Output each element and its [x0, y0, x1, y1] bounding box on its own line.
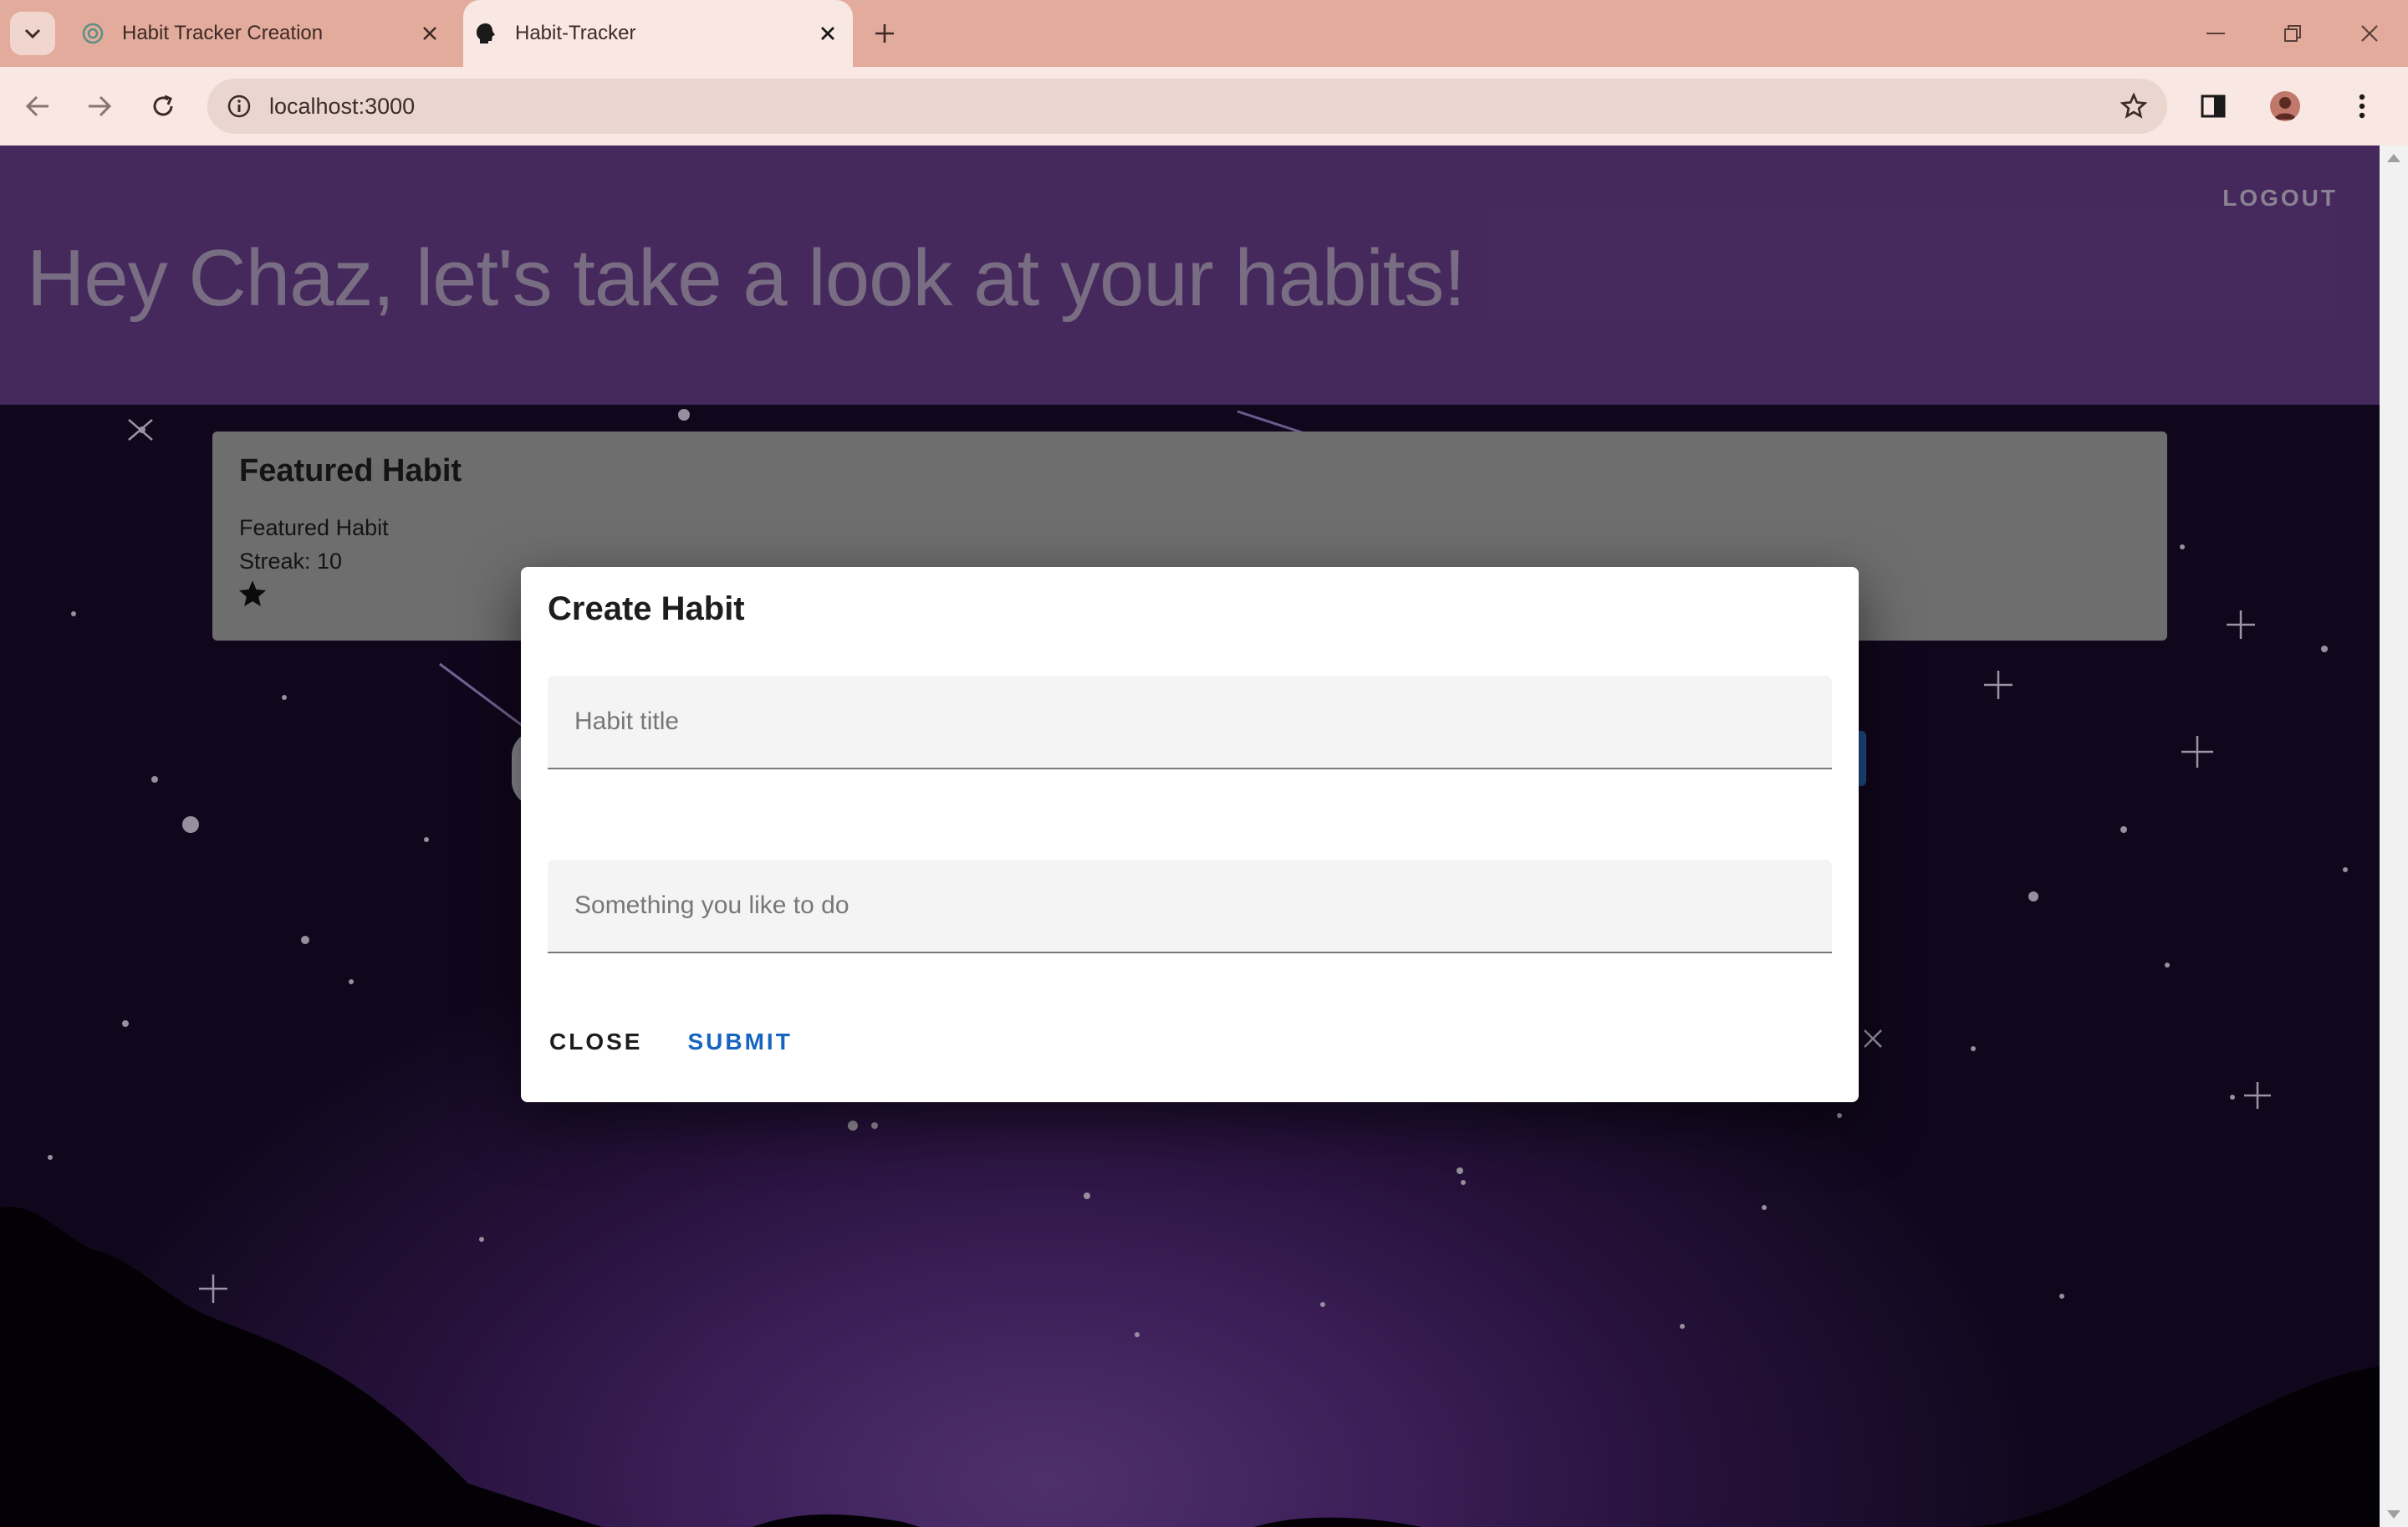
tab-habit-tracker-creation[interactable]: Habit Tracker Creation	[70, 0, 455, 67]
chatgpt-icon	[80, 21, 105, 46]
chevron-down-icon	[24, 28, 41, 39]
new-tab-button[interactable]	[866, 15, 903, 52]
address-bar[interactable]: localhost:3000	[207, 79, 2167, 134]
habit-description-input[interactable]	[548, 860, 1832, 952]
create-habit-dialog: Create Habit CLOSE SUBMIT	[521, 567, 1859, 1102]
reload-icon	[153, 94, 173, 116]
dialog-actions: CLOSE SUBMIT	[548, 1017, 836, 1067]
tab-habit-tracker[interactable]: Habit-Tracker	[463, 0, 853, 67]
tab-strip: Habit Tracker Creation Habit-Tracker	[0, 0, 2408, 67]
browser-menu-button[interactable]	[2338, 82, 2386, 130]
close-window-button[interactable]	[2344, 12, 2395, 55]
url-text[interactable]: localhost:3000	[269, 79, 415, 134]
kebab-menu-icon	[2359, 94, 2365, 119]
tab-search-button[interactable]	[10, 12, 55, 55]
browser-toolbar: localhost:3000	[0, 67, 2408, 147]
page-viewport: Hey Chaz, let's take a look at your habi…	[0, 146, 2380, 1527]
arrow-right-icon	[89, 95, 112, 117]
close-icon[interactable]	[811, 17, 844, 50]
close-icon[interactable]	[413, 17, 446, 50]
minimize-button[interactable]	[2191, 12, 2241, 55]
habit-title-field[interactable]	[548, 676, 1832, 769]
restore-button[interactable]	[2268, 12, 2318, 55]
reload-button[interactable]	[137, 80, 189, 132]
close-icon	[2361, 25, 2378, 42]
habit-description-field[interactable]	[548, 860, 1832, 953]
bookmark-star-icon[interactable]	[2115, 88, 2152, 125]
profile-button[interactable]	[2261, 82, 2309, 130]
minimize-icon	[2206, 33, 2225, 34]
info-icon[interactable]	[222, 89, 256, 123]
scroll-down-icon[interactable]	[2387, 1510, 2400, 1519]
side-panel-icon	[2201, 94, 2226, 118]
close-button[interactable]: CLOSE	[548, 1017, 644, 1067]
person-icon	[2274, 97, 2296, 120]
scroll-up-icon[interactable]	[2387, 154, 2400, 162]
tab-title: Habit-Tracker	[515, 22, 636, 44]
app-head-icon	[473, 21, 498, 46]
page-scrollbar[interactable]	[2380, 146, 2408, 1527]
forward-button[interactable]	[74, 80, 125, 132]
plus-icon	[875, 24, 894, 43]
submit-button[interactable]: SUBMIT	[686, 1017, 793, 1067]
arrow-left-icon	[25, 95, 48, 117]
avatar	[2270, 91, 2300, 121]
back-button[interactable]	[12, 80, 64, 132]
side-panel-button[interactable]	[2189, 82, 2237, 130]
habit-title-input[interactable]	[548, 676, 1832, 768]
tab-title: Habit Tracker Creation	[122, 22, 324, 44]
restore-icon	[2284, 25, 2301, 42]
dialog-title: Create Habit	[548, 590, 745, 627]
